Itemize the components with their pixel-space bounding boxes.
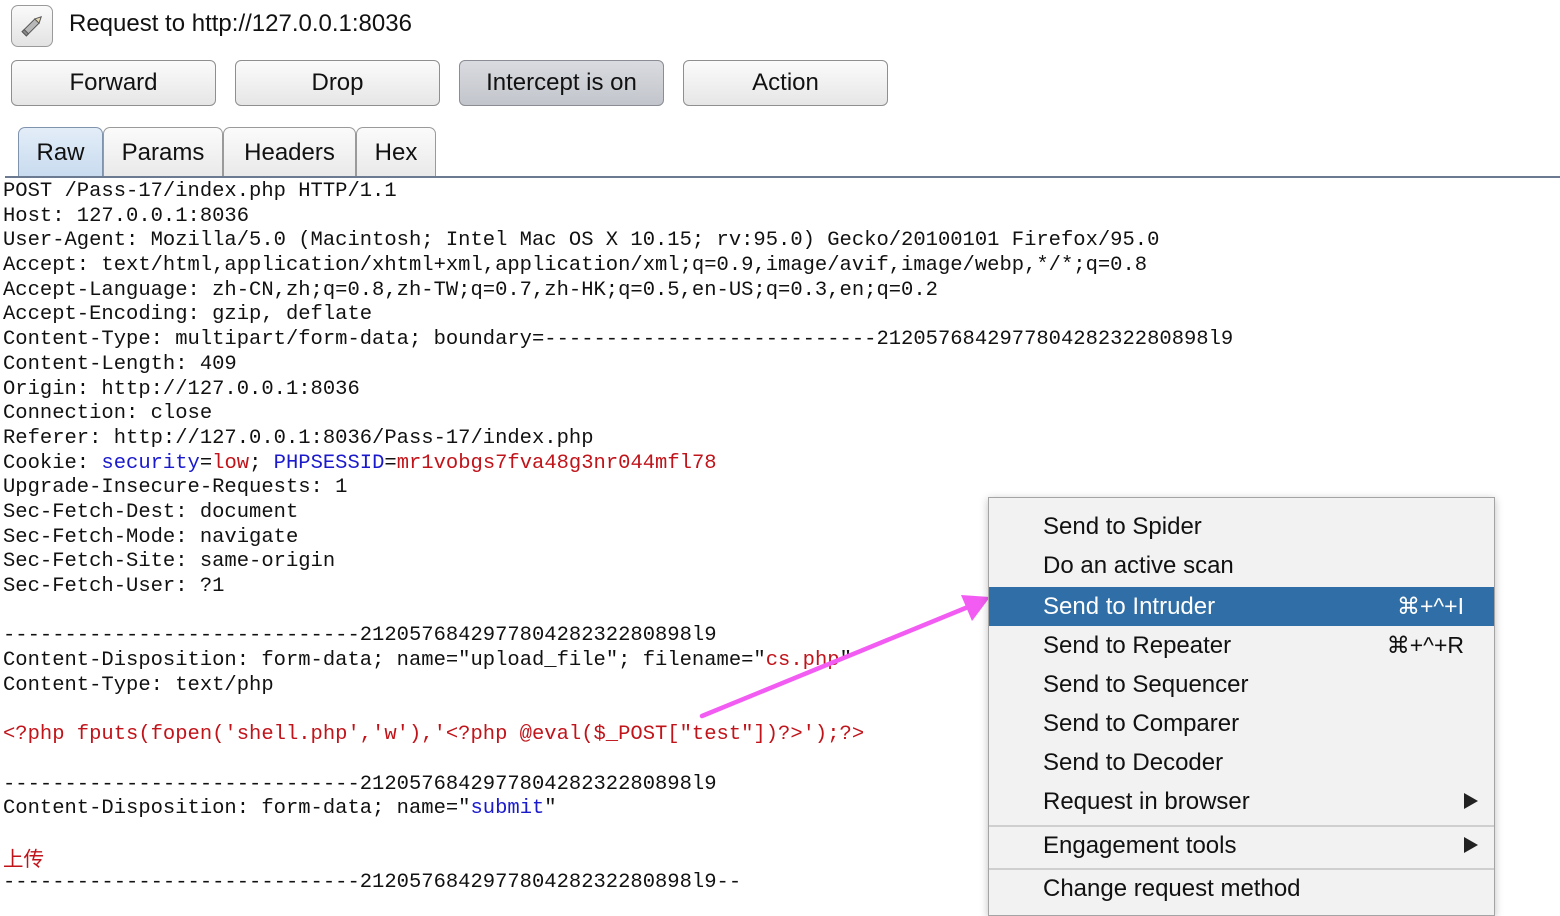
menu-item-label: Engagement tools: [1043, 831, 1237, 859]
menu-item-label: Change request method: [1043, 874, 1301, 902]
submenu-arrow-icon: [1464, 837, 1478, 853]
disposition-mid: "; filename=": [605, 649, 766, 673]
disposition-prefix: Content-Disposition: form-data; name=": [3, 649, 471, 673]
menu-item-change-request-method[interactable]: Change request method: [989, 869, 1494, 908]
menu-item-shortcut: ⌘+^+I: [1396, 593, 1464, 619]
menu-item-send-to-repeater[interactable]: Send to Repeater ⌘+^+R: [989, 626, 1494, 665]
field-name: upload_file: [470, 649, 606, 673]
menu-item-label: Send to Decoder: [1043, 748, 1224, 776]
tab-headers[interactable]: Headers: [223, 127, 356, 177]
menu-item-label: Send to Sequencer: [1043, 670, 1249, 698]
tab-raw[interactable]: Raw: [18, 127, 103, 177]
action-button[interactable]: Action: [683, 60, 888, 106]
disposition-end: ": [544, 797, 557, 821]
header-line: Content-Length: 409: [3, 352, 237, 376]
menu-item-send-to-intruder[interactable]: Send to Intruder ⌘+^+I: [989, 587, 1494, 626]
tab-params[interactable]: Params: [103, 127, 223, 177]
cookie-equals: =: [384, 451, 397, 475]
cookie-label: Cookie:: [3, 451, 102, 475]
menu-item-send-to-spider[interactable]: Send to Spider: [989, 507, 1494, 546]
menu-item-label: Send to Comparer: [1043, 709, 1240, 737]
menu-item-label: Send to Intruder: [1043, 592, 1216, 620]
cookie-param-value: mr1vobgs7fva48g3nr044mfl78: [396, 451, 717, 475]
menu-item-send-to-comparer[interactable]: Send to Comparer: [989, 704, 1494, 743]
menu-item-engagement-tools[interactable]: Engagement tools: [989, 826, 1494, 865]
pencil-icon[interactable]: [11, 5, 53, 47]
request-title: Request to http://127.0.0.1:8036: [69, 10, 412, 37]
tab-hex[interactable]: Hex: [356, 127, 436, 177]
context-menu: Send to Spider Do an active scan Send to…: [988, 497, 1495, 916]
menu-item-request-in-browser[interactable]: Request in browser: [989, 782, 1494, 821]
cookie-equals: =: [199, 451, 213, 475]
header-line: POST /Pass-17/index.php HTTP/1.1: [3, 180, 397, 203]
header-line: Referer: http://127.0.0.1:8036/Pass-17/i…: [3, 426, 594, 450]
menu-item-label: Send to Spider: [1043, 512, 1202, 540]
header-line: Origin: http://127.0.0.1:8036: [3, 377, 360, 401]
filename-value: cs.php: [765, 649, 840, 673]
forward-button[interactable]: Forward: [11, 60, 216, 106]
drop-button[interactable]: Drop: [235, 60, 440, 106]
tabs-divider: [5, 176, 1560, 178]
header-line: Accept-Language: zh-CN,zh;q=0.8,zh-TW;q=…: [3, 278, 938, 302]
disposition-end: ": [839, 649, 852, 673]
disposition-prefix: Content-Disposition: form-data; name=": [3, 797, 471, 821]
pencil-icon-graphic: [21, 16, 42, 37]
menu-item-label: Send to Repeater: [1043, 631, 1232, 659]
menu-item-label: Request in browser: [1043, 787, 1250, 815]
header-line: Content-Type: multipart/form-data; bound…: [3, 328, 1234, 352]
cookie-param-value: low: [212, 451, 250, 475]
menu-item-label: Do an active scan: [1043, 551, 1234, 579]
header-line: Connection: close: [3, 402, 213, 426]
header-line: Host: 127.0.0.1:8036: [3, 204, 250, 228]
submenu-arrow-icon: [1464, 793, 1478, 809]
header-line: Accept: text/html,application/xhtml+xml,…: [3, 254, 1148, 278]
header-line: Accept-Encoding: gzip, deflate: [3, 303, 373, 327]
header-line: User-Agent: Mozilla/5.0 (Macintosh; Inte…: [3, 229, 1160, 253]
menu-item-send-to-sequencer[interactable]: Send to Sequencer: [989, 665, 1494, 704]
menu-item-send-to-decoder[interactable]: Send to Decoder: [989, 743, 1494, 782]
intercept-toggle-button[interactable]: Intercept is on: [459, 60, 664, 106]
cookie-line: Cookie: security=low; PHPSESSID=mr1vobgs…: [3, 452, 1560, 477]
intercept-toolbar-area: Request to http://127.0.0.1:8036 Forward…: [0, 0, 1560, 186]
menu-item-shortcut: ⌘+^+R: [1386, 632, 1464, 658]
cookie-param-name: security: [101, 451, 200, 475]
cookie-separator: ;: [249, 451, 274, 475]
menu-item-active-scan[interactable]: Do an active scan: [989, 546, 1494, 585]
cookie-param-name: PHPSESSID: [273, 451, 385, 475]
field-name: submit: [470, 797, 545, 821]
